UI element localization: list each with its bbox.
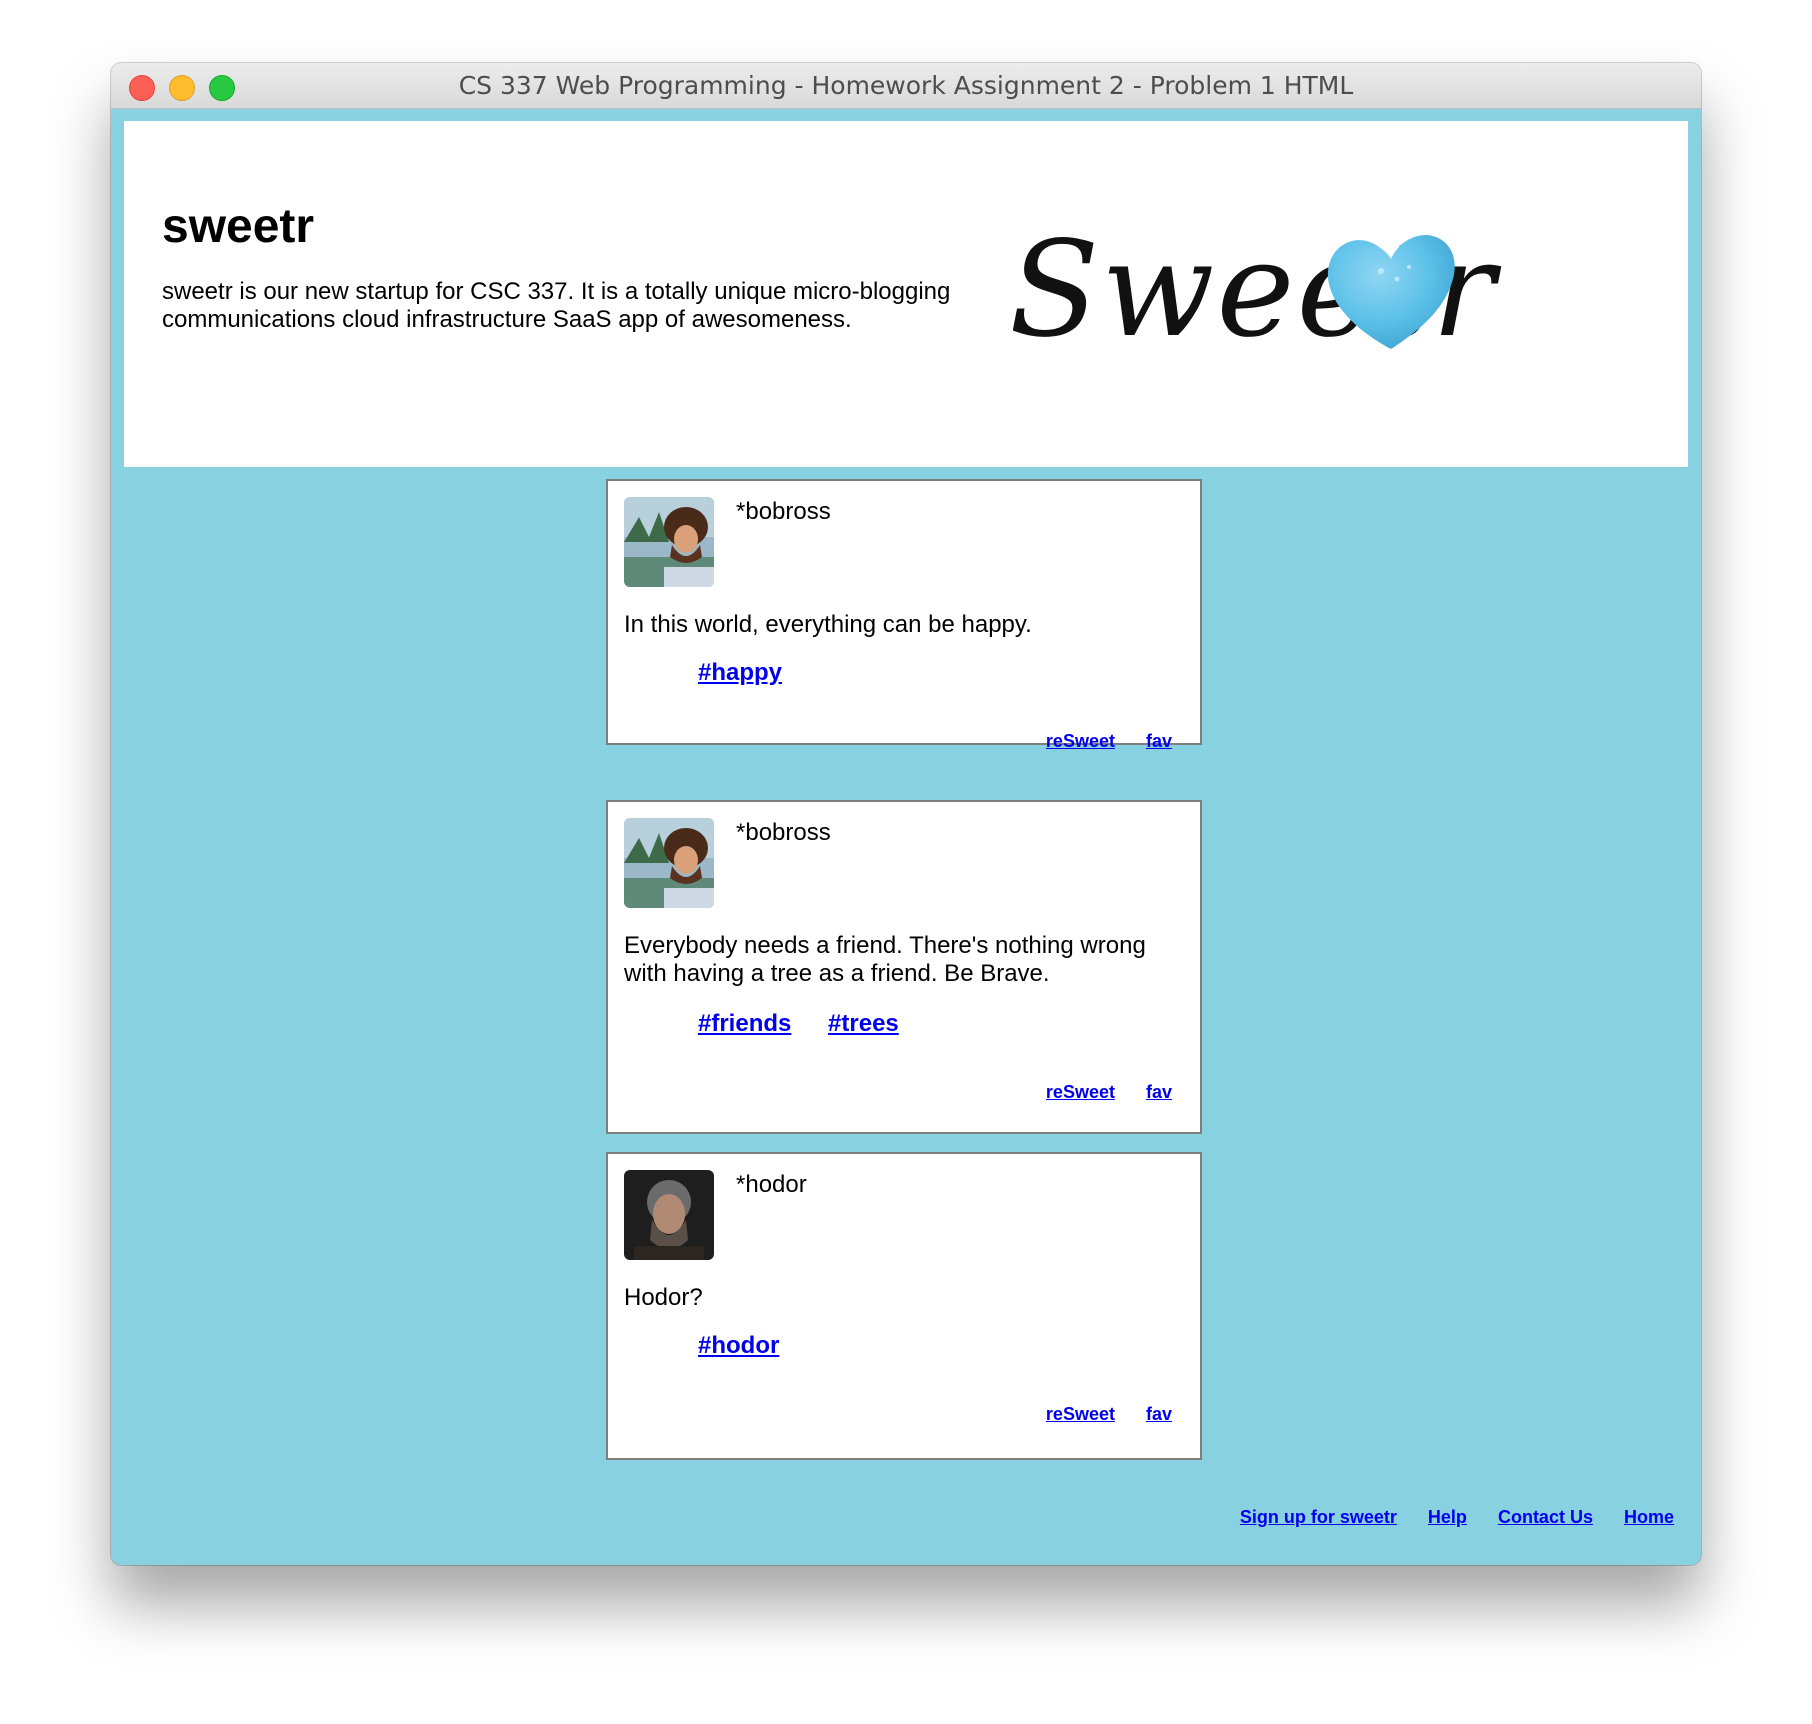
hashtag-link[interactable]: #friends [698, 1010, 791, 1037]
sweet-username[interactable]: *bobross [736, 498, 831, 526]
sweet-card: *bobross Everybody needs a friend. There… [606, 800, 1202, 1134]
hashtag-link[interactable]: #trees [828, 1010, 899, 1037]
site-title: sweetr [162, 200, 315, 253]
sweet-username[interactable]: *bobross [736, 819, 831, 847]
sweet-tags: #friends #trees [698, 1010, 929, 1038]
site-footer: Sign up for sweetr Help Contact Us Home [1214, 1507, 1674, 1528]
bobross-avatar [624, 818, 714, 908]
sweet-text: In this world, everything can be happy. [624, 611, 1032, 638]
hashtag-link[interactable]: #hodor [698, 1332, 779, 1359]
fav-link[interactable]: fav [1146, 1082, 1172, 1102]
resweet-link[interactable]: reSweet [1046, 1404, 1115, 1424]
fav-link[interactable]: fav [1146, 1404, 1172, 1424]
signup-link[interactable]: Sign up for sweetr [1240, 1507, 1397, 1527]
title-bar: CS 337 Web Programming - Homework Assign… [111, 63, 1701, 109]
sweet-username[interactable]: *hodor [736, 1171, 807, 1199]
window-title: CS 337 Web Programming - Homework Assign… [458, 71, 1354, 100]
browser-window: CS 337 Web Programming - Homework Assign… [111, 63, 1701, 1565]
hashtag-link[interactable]: #happy [698, 659, 782, 686]
hodor-avatar [624, 1170, 714, 1260]
sweet-actions: reSweet fav [1020, 1404, 1172, 1425]
heart-candy-icon [1327, 235, 1455, 349]
sweet-card: *bobross In this world, everything can b… [606, 479, 1202, 751]
sweet-text: Hodor? [624, 1284, 703, 1311]
help-link[interactable]: Help [1428, 1507, 1467, 1527]
site-header: sweetr sweetr is our new startup for CSC… [124, 121, 1688, 467]
resweet-link[interactable]: reSweet [1046, 731, 1115, 751]
resweet-link[interactable]: reSweet [1046, 1082, 1115, 1102]
contact-us-link[interactable]: Contact Us [1498, 1507, 1593, 1527]
bobross-avatar [624, 497, 714, 587]
page-content: sweetr sweetr is our new startup for CSC… [111, 109, 1701, 1565]
fav-link[interactable]: fav [1146, 731, 1172, 751]
site-description: sweetr is our new startup for CSC 337. I… [162, 278, 951, 333]
sweet-tags: #hodor [698, 1332, 809, 1360]
sweet-actions: reSweet fav [1020, 731, 1172, 752]
sweet-tags: #happy [698, 659, 812, 687]
sweet-actions: reSweet fav [1020, 1082, 1172, 1103]
sweet-text: Everybody needs a friend. There's nothin… [624, 932, 1146, 987]
sweet-card: *hodor Hodor? #hodor reSweet fav [606, 1152, 1202, 1460]
home-link[interactable]: Home [1624, 1507, 1674, 1527]
